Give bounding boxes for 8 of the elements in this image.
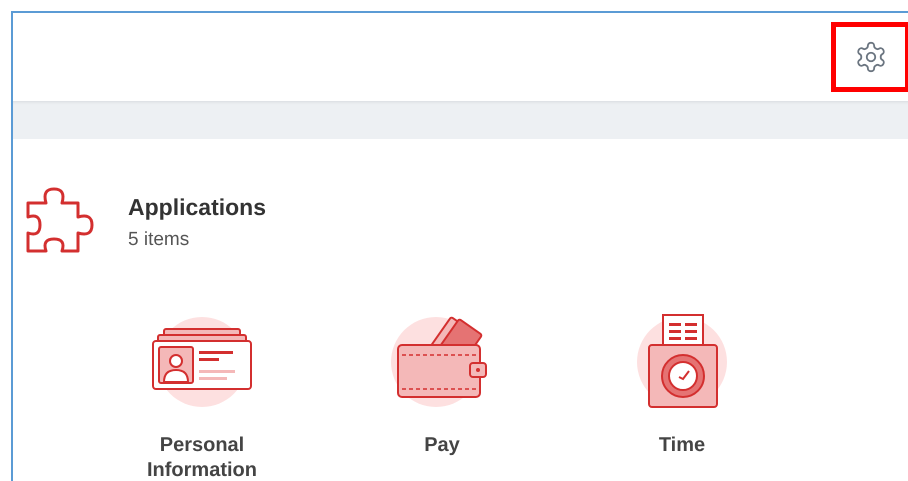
app-label[interactable]: Time xyxy=(612,433,752,458)
item-count: 5 items xyxy=(128,229,190,251)
app-label[interactable]: Personal Information xyxy=(132,433,272,481)
section-title: Applications xyxy=(128,194,266,221)
settings-button[interactable] xyxy=(831,22,908,92)
app-label[interactable]: Pay xyxy=(372,433,512,458)
puzzle-icon xyxy=(24,185,94,255)
id-card-icon xyxy=(150,315,254,409)
